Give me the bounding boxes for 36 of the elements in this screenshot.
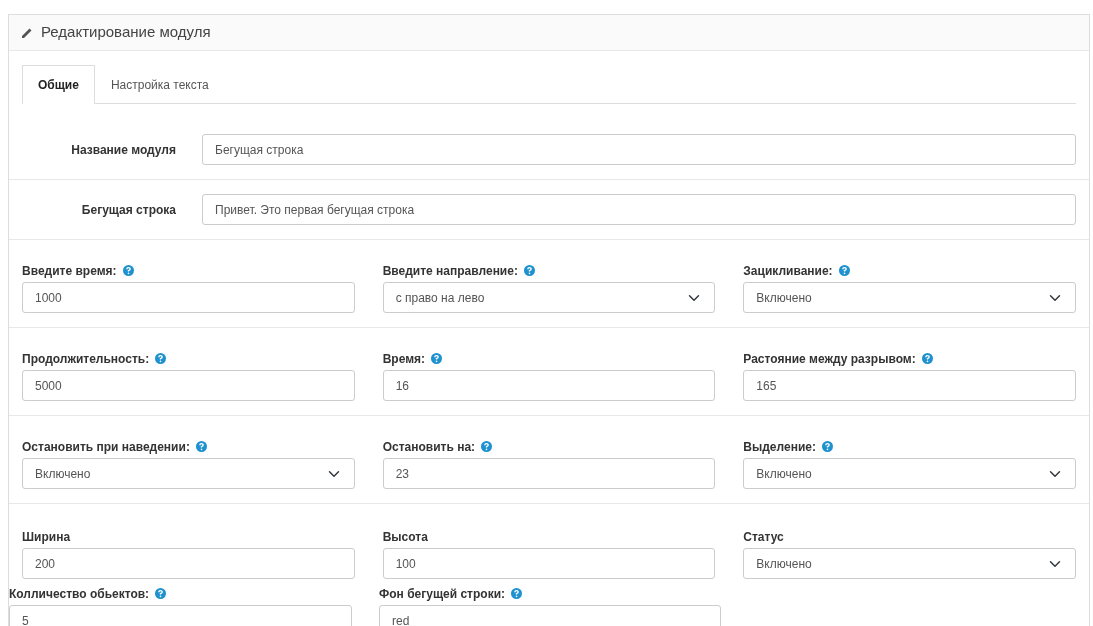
text-field[interactable]: 1000 (22, 282, 355, 313)
field-label: Время: (382, 352, 426, 366)
field-label: Статус (743, 530, 784, 544)
dropdown[interactable]: Включено (743, 458, 1076, 489)
text-field[interactable]: 16 (382, 370, 716, 401)
dropdown[interactable]: Включено (22, 458, 355, 489)
field-label: Фон бегущей строки: (379, 587, 505, 601)
tab[interactable]: Общие (22, 65, 95, 104)
text-field[interactable]: Привет. Это первая бегущая строка (202, 194, 1076, 225)
field-label: Введите время: (22, 264, 117, 278)
dropdown[interactable]: с право на лево (382, 282, 716, 313)
text-field[interactable]: red (379, 605, 721, 626)
text-field[interactable]: 5 (9, 605, 352, 626)
field-label: Выделение: (743, 440, 816, 454)
field-label: Ширина (22, 530, 71, 544)
panel-title: Редактирование модуля (41, 22, 211, 43)
field-label: Введите направление: (382, 264, 518, 278)
dropdown[interactable]: Включено (743, 282, 1076, 313)
text-field[interactable]: Бегущая строка (202, 134, 1076, 165)
field-label: Зацикливание: (743, 264, 833, 278)
text-field[interactable]: 200 (22, 548, 355, 579)
field-label: Остановить при наведении: (22, 440, 190, 454)
field-label: Колличество обьектов: (9, 587, 150, 601)
text-field[interactable]: 23 (382, 458, 716, 489)
field-label: Растояние между разрывом: (743, 352, 916, 366)
field-label: Высота (382, 530, 428, 544)
field-label: Бегущая строка (80, 201, 177, 219)
tab[interactable]: Настройка текста (94, 65, 225, 104)
field-label: Название модуля (70, 141, 177, 159)
field-label: Остановить на: (382, 440, 476, 454)
text-field[interactable]: 100 (382, 548, 716, 579)
field-label: Продолжительность: (22, 352, 150, 366)
text-field[interactable]: 5000 (22, 370, 355, 401)
dropdown[interactable]: Включено (743, 548, 1076, 579)
text-field[interactable]: 165 (743, 370, 1076, 401)
pencil-icon (21, 26, 33, 39)
